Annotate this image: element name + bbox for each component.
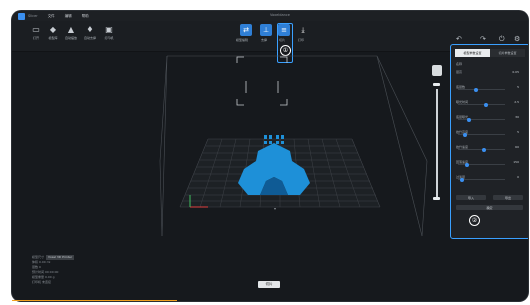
param-row-lift-height[interactable]: 抬升高度 5 bbox=[456, 130, 525, 137]
progress-line bbox=[12, 300, 177, 301]
param-row-layer-height[interactable]: 层高 0.05 bbox=[456, 70, 525, 76]
parameter-panel: 模型参数设置 切片参数设置 名称 层高 0.05 底层数 5 曝光时间 2.5 … bbox=[450, 44, 528, 239]
layer-slider-track[interactable] bbox=[436, 89, 438, 199]
param-value[interactable]: 0.05 bbox=[512, 70, 519, 74]
camera-marker bbox=[236, 56, 288, 106]
param-row-transition[interactable]: 过渡层 0 bbox=[456, 175, 525, 182]
param-slider[interactable] bbox=[458, 147, 505, 152]
param-slider[interactable] bbox=[458, 162, 505, 167]
info-line: 模型尺寸 bbox=[32, 255, 45, 259]
param-row-retract-speed[interactable]: 回落速度 150 bbox=[456, 160, 525, 167]
param-value[interactable]: 0 bbox=[517, 175, 519, 179]
param-slider[interactable] bbox=[458, 117, 505, 122]
param-value[interactable]: 150 bbox=[513, 160, 519, 164]
import-button[interactable]: 导入 bbox=[456, 195, 486, 200]
param-value[interactable]: 5 bbox=[517, 85, 519, 89]
param-row-lift-speed[interactable]: 抬升速度 60 bbox=[456, 145, 525, 152]
panel-tabs: 模型参数设置 切片参数设置 bbox=[455, 49, 525, 57]
tab-model-settings[interactable]: 模型参数设置 bbox=[455, 49, 490, 57]
param-row-bottom-exposure[interactable]: 底层曝光 30 bbox=[456, 115, 525, 122]
app-window: Slicer 文件 编辑 帮助 Voxeldance ▭ 打开 ◆ 模型库 ▲ … bbox=[12, 11, 528, 301]
view-cube-icon[interactable] bbox=[432, 65, 442, 76]
tab-slice-settings[interactable]: 切片参数设置 bbox=[490, 49, 525, 57]
confirm-button[interactable]: 确定 bbox=[456, 205, 523, 210]
info-line: 打印机 未连接 bbox=[32, 280, 51, 284]
param-value[interactable]: 30 bbox=[515, 115, 519, 119]
front-indicator: ▾ bbox=[274, 206, 276, 211]
param-slider[interactable] bbox=[458, 132, 505, 137]
slice-button[interactable]: 切片 bbox=[258, 281, 280, 288]
param-label: 层高 bbox=[456, 70, 463, 74]
param-value[interactable]: 2.5 bbox=[514, 100, 519, 104]
param-row-name: 名称 bbox=[456, 62, 525, 68]
param-value[interactable]: 5 bbox=[517, 130, 519, 134]
layer-slider[interactable] bbox=[432, 59, 442, 209]
model-info: 模型尺寸 Voxel 3D Printer 体积 0.00 ml 层数 0 预计时… bbox=[32, 255, 75, 285]
param-row-bottom-layers[interactable]: 底层数 5 bbox=[456, 85, 525, 92]
layer-slider-top-knob[interactable] bbox=[433, 83, 440, 86]
param-slider[interactable] bbox=[458, 102, 505, 107]
param-slider[interactable] bbox=[458, 177, 505, 182]
param-row-exposure[interactable]: 曝光时间 2.5 bbox=[456, 100, 525, 107]
layer-slider-bottom-knob[interactable] bbox=[433, 197, 440, 200]
param-value[interactable]: 60 bbox=[515, 145, 519, 149]
param-label: 名称 bbox=[456, 62, 463, 66]
export-button[interactable]: 导出 bbox=[493, 195, 523, 200]
marker-2-label: ② bbox=[469, 215, 480, 226]
param-slider[interactable] bbox=[458, 87, 505, 92]
